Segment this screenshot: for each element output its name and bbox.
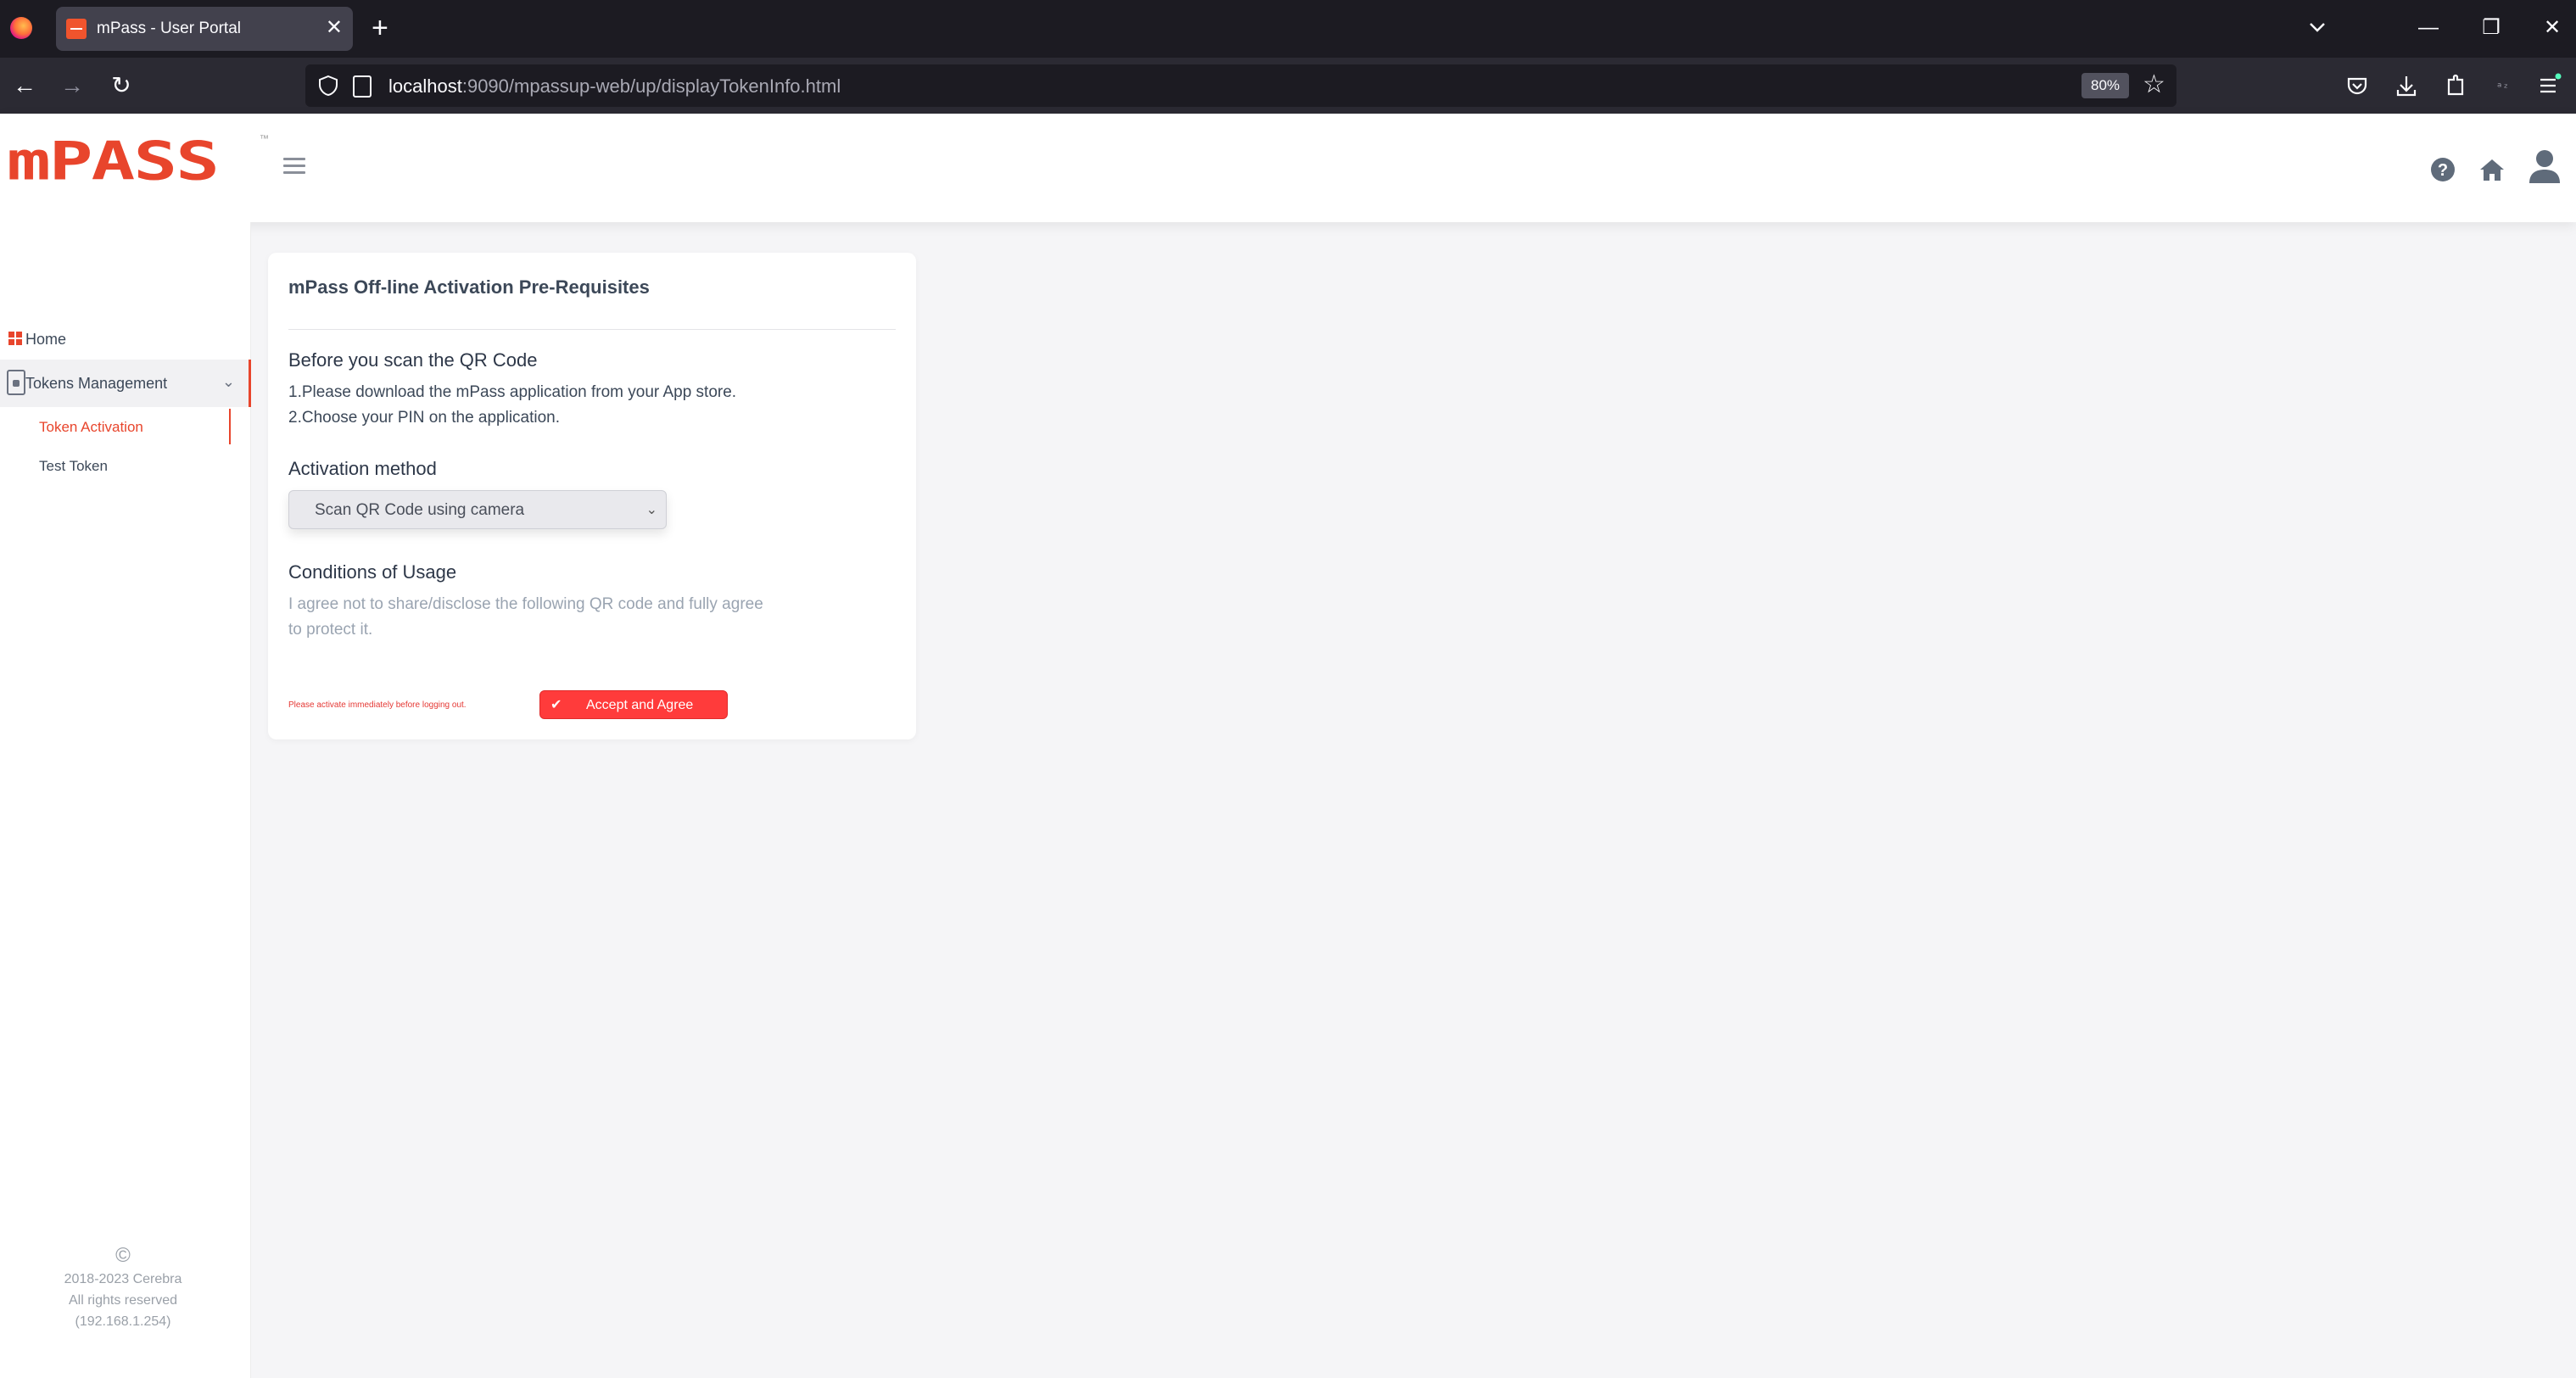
window-restore-button[interactable]: ❐ [2470,8,2512,47]
logo-trademark: ™ [260,134,269,144]
url-path: :9090/mpassup-web/up/displayTokenInfo.ht… [461,75,841,97]
check-icon: ✔ [550,698,562,712]
chevron-down-icon: ⌄ [221,373,235,390]
tab-close-button[interactable]: ✕ [326,16,343,40]
conditions-text: I agree not to share/disclose the follow… [288,595,763,639]
page-info-icon[interactable] [353,75,372,98]
step-1-text: 1.Please download the mPass application … [288,383,737,401]
tab-favicon-icon [66,19,87,39]
forward-button[interactable]: → [56,70,88,102]
footer-rights: All rights reserved [68,1293,178,1308]
sidebar-subitem-label: Test Token [39,458,108,474]
before-scan-heading: Before you scan the QR Code [288,349,538,371]
zoom-level-badge[interactable]: 80% [2081,73,2129,98]
accept-and-agree-button[interactable]: ✔ Accept and Agree [539,690,728,719]
footer-ip: (192.168.1.254) [75,1314,171,1329]
chevron-down-icon: ⌄ [645,503,657,517]
tab-title: mPass - User Portal [97,20,241,37]
sidebar-item-home[interactable]: Home [0,324,251,353]
sidebar-item-tokens-management[interactable]: Tokens Management ⌄ [0,360,251,407]
extensions-icon[interactable] [2439,70,2472,102]
footer-years: 2018-2023 Cerebra [64,1272,182,1286]
browser-tab[interactable]: mPass - User Portal ✕ [56,7,353,51]
card-title: mPass Off-line Activation Pre-Requisites [288,276,650,298]
sidebar-subitem-token-activation[interactable]: Token Activation [0,409,231,444]
browser-tab-bar: mPass - User Portal ✕ + — ❐ ✕ [0,0,2576,58]
translate-extension-icon[interactable]: ᵃ ᶻ [2489,70,2521,102]
url-host: localhost [388,75,462,97]
token-device-icon [7,370,25,395]
tracking-protection-shield-icon[interactable] [317,75,339,97]
app-header: mPASS ™ ? [0,114,2576,222]
activation-method-value: Scan QR Code using camera [315,501,525,519]
sidebar-subitem-test-token[interactable]: Test Token [0,448,231,483]
sidebar-footer: © 2018-2023 Cerebra All rights reserved … [0,1243,246,1332]
url-text[interactable]: localhost:9090/mpassup-web/up/displayTok… [388,75,841,98]
activation-warning-text: Please activate immediately before loggi… [288,700,467,710]
dashboard-grid-icon [8,332,22,345]
downloads-icon[interactable] [2390,70,2422,102]
svg-text:ᵃ: ᵃ [2497,81,2501,94]
step-2-text: 2.Choose your PIN on the application. [288,409,561,427]
new-tab-button[interactable]: + [372,12,388,44]
window-close-button[interactable]: ✕ [2531,8,2573,47]
back-button[interactable]: ← [8,70,41,102]
help-icon[interactable]: ? [2428,154,2458,185]
mpass-logo[interactable]: mPASS [7,134,220,189]
activation-method-select[interactable]: Scan QR Code using camera ⌄ [288,490,667,529]
home-icon[interactable] [2477,154,2507,185]
hamburger-menu-icon[interactable] [283,158,305,176]
copyright-symbol: © [115,1244,131,1267]
svg-text:?: ? [2438,161,2448,180]
window-minimize-button[interactable]: — [2407,8,2450,47]
firefox-logo-icon [10,17,32,39]
pocket-icon[interactable] [2341,70,2373,102]
app-menu-icon[interactable] [2533,70,2565,102]
svg-text:ᶻ: ᶻ [2504,82,2508,95]
sidebar-item-label: Tokens Management [25,375,168,392]
reload-button[interactable]: ↻ [105,70,137,102]
activation-prerequisites-card: mPass Off-line Activation Pre-Requisites… [268,253,916,739]
browser-nav-bar: ← → ↻ localhost:9090/mpassup-web/up/disp… [0,58,2576,114]
sidebar: Home Tokens Management ⌄ Token Activatio… [0,222,251,1378]
card-divider [288,329,896,330]
conditions-heading: Conditions of Usage [288,561,457,583]
sidebar-item-label: Home [25,331,67,348]
list-all-tabs-icon[interactable] [2305,15,2329,39]
user-profile-icon[interactable] [2528,148,2562,185]
activation-method-heading: Activation method [288,458,437,479]
accept-button-label: Accept and Agree [586,698,694,712]
bookmark-star-icon[interactable]: ☆ [2143,70,2165,100]
url-bar[interactable]: localhost:9090/mpassup-web/up/displayTok… [305,64,2176,107]
sidebar-subitem-label: Token Activation [39,419,143,435]
